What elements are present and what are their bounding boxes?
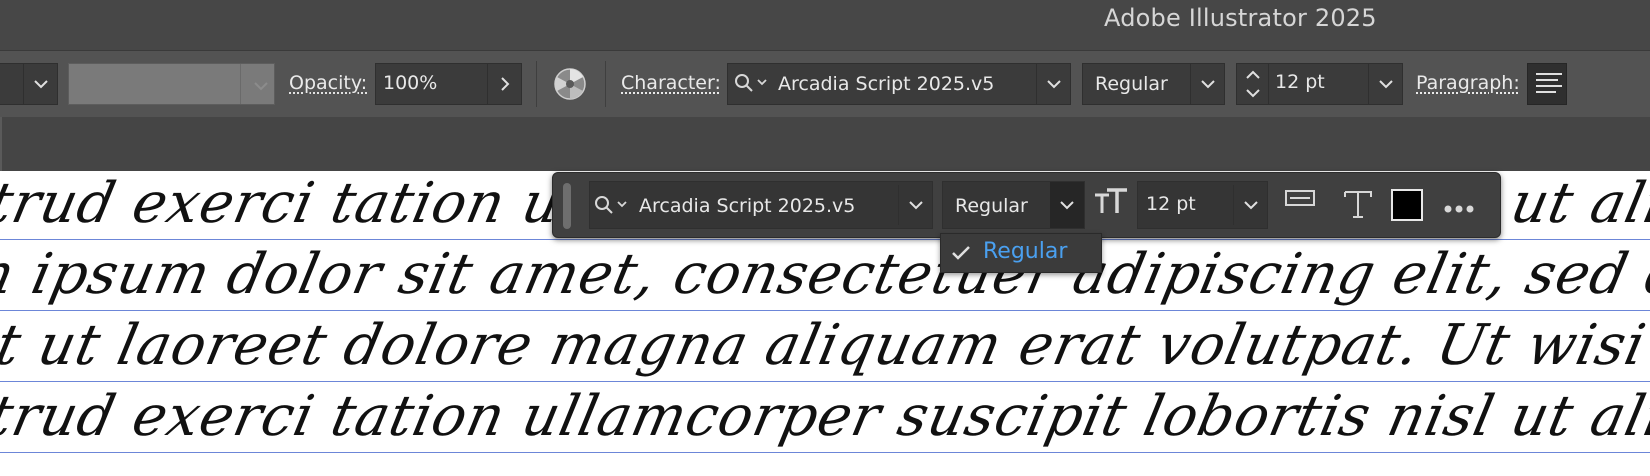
chevron-down-icon[interactable]: [1050, 182, 1084, 228]
title-bar: Adobe Illustrator 2025: [0, 0, 1650, 50]
script-text-line[interactable]: strud exerci tation ullamcorper suscipit…: [0, 384, 1650, 449]
area-type-icon[interactable]: [1284, 187, 1318, 218]
document-tab-area: [0, 117, 1650, 171]
chevron-down-icon[interactable]: [898, 185, 933, 225]
font-style-dropdown[interactable]: Regular: [1082, 63, 1225, 105]
stepper-icon[interactable]: [1243, 67, 1263, 106]
touch-type-icon[interactable]: [1342, 189, 1374, 226]
fill-color-swatch[interactable]: [1391, 189, 1423, 221]
menu-item-label: Regular: [983, 239, 1068, 264]
paragraph-label[interactable]: Paragraph:: [1416, 72, 1520, 94]
graphic-style-swatch[interactable]: [68, 63, 275, 105]
align-left-icon: [1536, 73, 1562, 93]
control-bar: Opacity: 100% Character: Arcadia Script …: [0, 50, 1650, 118]
font-family-input[interactable]: Arcadia Script 2025.v5: [727, 63, 1071, 105]
character-label[interactable]: Character:: [621, 72, 721, 94]
checkmark-icon: [951, 245, 971, 266]
app-title: Adobe Illustrator 2025: [1104, 4, 1377, 32]
script-text-line[interactable]: m ipsum dolor sit amet, consectetuer adi…: [0, 242, 1650, 307]
script-text-line[interactable]: nt ut laoreet dolore magna aliquam erat …: [0, 313, 1650, 378]
opacity-value: 100%: [383, 72, 438, 94]
font-style-value: Regular: [1095, 73, 1168, 95]
opacity-label[interactable]: Opacity:: [289, 72, 367, 94]
font-size-value: 12 pt: [1275, 71, 1325, 93]
panel-font-style-value: Regular: [955, 195, 1028, 217]
chevron-down-icon[interactable]: [1233, 185, 1268, 225]
recolor-artwork-icon[interactable]: [553, 67, 587, 101]
font-size-icon: [1093, 187, 1129, 224]
drag-handle[interactable]: [563, 183, 571, 229]
panel-font-size-input[interactable]: 12 pt: [1137, 181, 1268, 229]
contextual-task-bar: Arcadia Script 2025.v5 Regular 12 pt: [552, 172, 1501, 238]
chevron-down-icon: [254, 78, 268, 96]
search-icon: [734, 73, 770, 100]
text-baseline: [0, 239, 1650, 240]
chevron-down-icon[interactable]: [1036, 64, 1071, 104]
opacity-input[interactable]: 100%: [375, 63, 522, 105]
text-baseline: [0, 381, 1650, 382]
font-size-input[interactable]: 12 pt: [1236, 63, 1403, 105]
chevron-right-icon[interactable]: [487, 64, 522, 104]
chevron-down-icon: [23, 64, 58, 104]
panel-font-family-value: Arcadia Script 2025.v5: [639, 195, 856, 217]
font-style-menu: Regular: [940, 233, 1102, 273]
stroke-dropdown[interactable]: [0, 63, 58, 105]
panel-font-style-dropdown[interactable]: Regular: [942, 181, 1085, 229]
chevron-down-icon[interactable]: [1368, 64, 1403, 104]
text-baseline: [0, 310, 1650, 311]
panel-font-family-input[interactable]: Arcadia Script 2025.v5: [589, 181, 933, 229]
panel-font-size-value: 12 pt: [1146, 193, 1196, 215]
align-left-button[interactable]: [1527, 63, 1567, 105]
search-icon: [594, 195, 630, 222]
font-family-value: Arcadia Script 2025.v5: [778, 73, 995, 95]
menu-item-regular[interactable]: Regular: [941, 234, 1101, 272]
text-baseline: [0, 452, 1650, 453]
more-options-icon[interactable]: [1443, 201, 1477, 219]
chevron-down-icon[interactable]: [1190, 64, 1225, 104]
document-tab-edge: [0, 117, 2, 171]
